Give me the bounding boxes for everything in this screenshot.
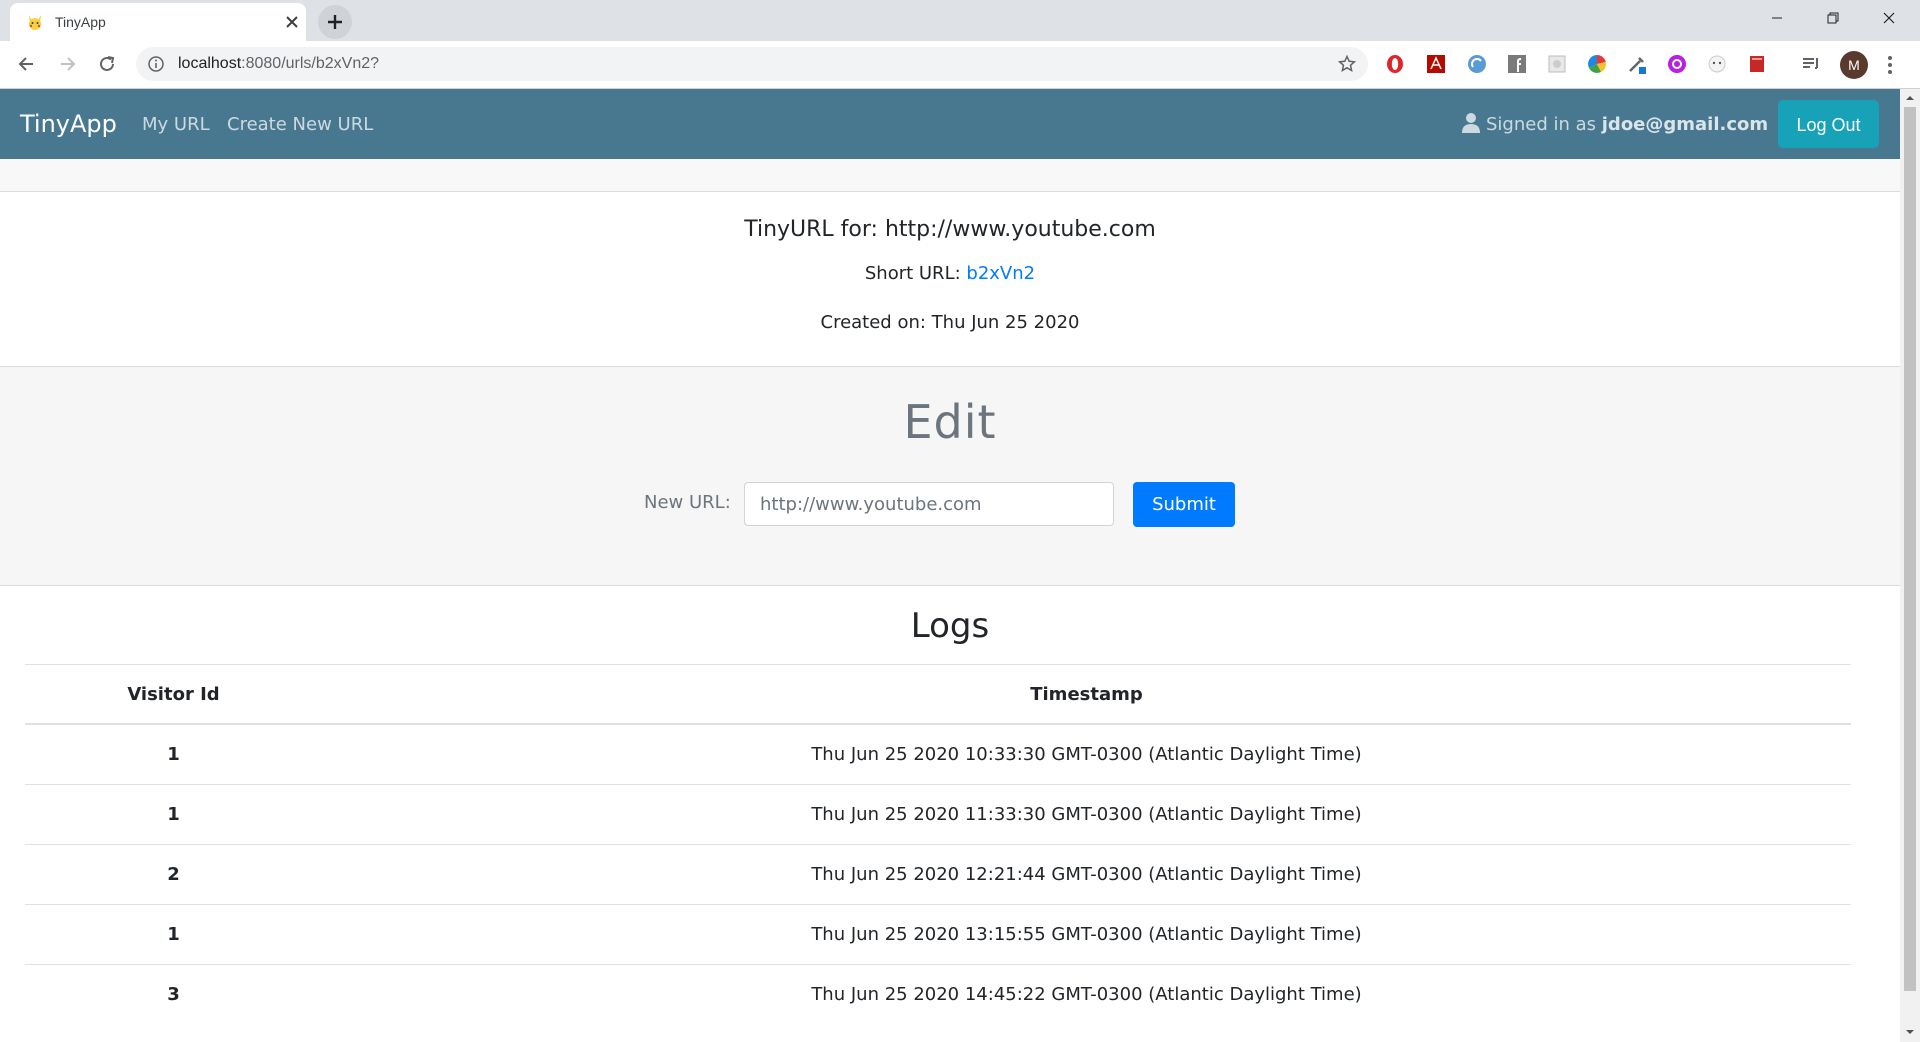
tab-title: TinyApp xyxy=(55,14,106,30)
bookmark-star-icon[interactable] xyxy=(1338,55,1356,73)
table-row: 3 Thu Jun 25 2020 14:45:22 GMT-0300 (Atl… xyxy=(25,964,1851,1024)
profile-avatar[interactable]: M xyxy=(1840,51,1868,79)
created-date: Created on: Thu Jun 25 2020 xyxy=(820,312,1080,333)
new-url-label: New URL: xyxy=(644,492,731,513)
window-close-button[interactable] xyxy=(1866,0,1912,37)
minimize-icon xyxy=(1772,17,1782,19)
address-bar[interactable]: localhost:8080/urls/b2xVn2? xyxy=(136,47,1368,81)
edit-section: Edit New URL: Submit xyxy=(0,367,1900,586)
table-row: 2 Thu Jun 25 2020 12:21:44 GMT-0300 (Atl… xyxy=(25,844,1851,905)
tinyurl-title: TinyURL for: http://www.youtube.com xyxy=(744,217,1156,242)
logout-button[interactable]: Log Out xyxy=(1778,100,1879,148)
browser-tab[interactable]: TinyApp xyxy=(10,3,306,41)
info-icon[interactable] xyxy=(148,56,164,72)
logs-section: Logs Visitor Id Timestamp 1 Thu Jun 25 2… xyxy=(0,586,1900,1042)
short-url-label: Short URL: xyxy=(864,263,961,284)
table-row: 1 Thu Jun 25 2020 13:15:55 GMT-0300 (Atl… xyxy=(25,904,1851,965)
short-url-line: Short URL: b2xVn2 xyxy=(0,263,1900,284)
page-viewport: TinyApp My URL Create New URL Signed in … xyxy=(0,89,1900,1042)
timestamp-cell: Thu Jun 25 2020 14:45:22 GMT-0300 (Atlan… xyxy=(322,964,1851,1024)
page-scrollbar[interactable] xyxy=(1900,89,1920,1042)
url-path: :8080/urls/b2xVn2? xyxy=(241,55,380,72)
user-icon xyxy=(1462,113,1480,133)
visitor-id-cell: 1 xyxy=(25,904,322,965)
grid-extension-icon[interactable] xyxy=(1546,53,1568,75)
reload-icon[interactable] xyxy=(93,50,121,78)
signed-in-prefix: Signed in as xyxy=(1486,114,1597,135)
media-queue-icon[interactable] xyxy=(1800,53,1822,75)
short-url-link[interactable]: b2xVn2 xyxy=(966,263,1035,284)
visitor-id-cell: 1 xyxy=(25,784,322,845)
header-spacer xyxy=(0,159,1900,192)
signed-in-email: jdoe@gmail.com xyxy=(1601,114,1769,135)
visitor-id-cell: 1 xyxy=(25,723,322,785)
visitor-id-cell: 3 xyxy=(25,964,322,1024)
restore-icon xyxy=(1827,12,1839,24)
url-text[interactable]: localhost:8080/urls/b2xVn2? xyxy=(178,55,379,73)
logs-heading: Logs xyxy=(910,606,990,646)
brand-logo[interactable]: TinyApp xyxy=(20,110,117,138)
browser-tabstrip: TinyApp xyxy=(0,0,1920,41)
restore-button[interactable] xyxy=(1810,0,1856,37)
url-info-card: TinyURL for: http://www.youtube.com Shor… xyxy=(0,192,1900,367)
forward-arrow-icon[interactable] xyxy=(53,50,81,78)
more-menu-icon[interactable] xyxy=(1884,53,1896,77)
nav-create-new-url[interactable]: Create New URL xyxy=(227,114,373,135)
timestamp-cell: Thu Jun 25 2020 11:33:30 GMT-0300 (Atlan… xyxy=(322,784,1851,845)
scroll-down-arrow-icon[interactable] xyxy=(1905,1027,1915,1037)
logs-table: Visitor Id Timestamp 1 Thu Jun 25 2020 1… xyxy=(25,664,1851,1024)
minimize-button[interactable] xyxy=(1754,0,1800,37)
color-wheel-extension-icon[interactable] xyxy=(1586,53,1608,75)
timestamp-cell: Thu Jun 25 2020 12:21:44 GMT-0300 (Atlan… xyxy=(322,844,1851,905)
edge-extension-icon[interactable] xyxy=(1466,53,1488,75)
url-host: localhost xyxy=(178,55,242,72)
back-arrow-icon[interactable] xyxy=(13,50,41,78)
navbar: TinyApp My URL Create New URL Signed in … xyxy=(0,89,1900,159)
scrollbar-thumb[interactable] xyxy=(1904,107,1916,991)
table-row: 1 Thu Jun 25 2020 11:33:30 GMT-0300 (Atl… xyxy=(25,784,1851,845)
ghost-extension-icon[interactable] xyxy=(1706,53,1728,75)
pdf-extension-icon[interactable] xyxy=(1425,53,1447,75)
timestamp-cell: Thu Jun 25 2020 10:33:30 GMT-0300 (Atlan… xyxy=(322,723,1851,785)
facebook-extension-icon[interactable] xyxy=(1506,53,1528,75)
column-header-visitor-id: Visitor Id xyxy=(25,664,322,725)
eyedropper-extension-icon[interactable] xyxy=(1626,53,1648,75)
table-row: 1 Thu Jun 25 2020 10:33:30 GMT-0300 (Atl… xyxy=(25,723,1851,785)
nav-my-url[interactable]: My URL xyxy=(142,114,210,135)
opera-extension-icon[interactable] xyxy=(1384,53,1406,75)
new-tab-button[interactable] xyxy=(318,5,352,39)
book-extension-icon[interactable] xyxy=(1746,53,1768,75)
pikachu-favicon-icon xyxy=(29,15,41,30)
signed-in-status: Signed in as jdoe@gmail.com xyxy=(1486,114,1768,135)
column-header-timestamp: Timestamp xyxy=(322,664,1851,725)
plus-icon xyxy=(328,15,342,29)
visitor-id-cell: 2 xyxy=(25,844,322,905)
new-url-input[interactable] xyxy=(744,482,1114,526)
browser-toolbar: localhost:8080/urls/b2xVn2? M xyxy=(0,41,1920,89)
purple-extension-icon[interactable] xyxy=(1666,53,1688,75)
timestamp-cell: Thu Jun 25 2020 13:15:55 GMT-0300 (Atlan… xyxy=(322,904,1851,965)
table-header-row: Visitor Id Timestamp xyxy=(25,664,1851,725)
edit-heading: Edit xyxy=(903,395,997,449)
close-icon[interactable] xyxy=(282,12,302,32)
scroll-up-arrow-icon[interactable] xyxy=(1905,93,1915,103)
close-icon xyxy=(1883,12,1895,24)
submit-button[interactable]: Submit xyxy=(1133,482,1235,527)
